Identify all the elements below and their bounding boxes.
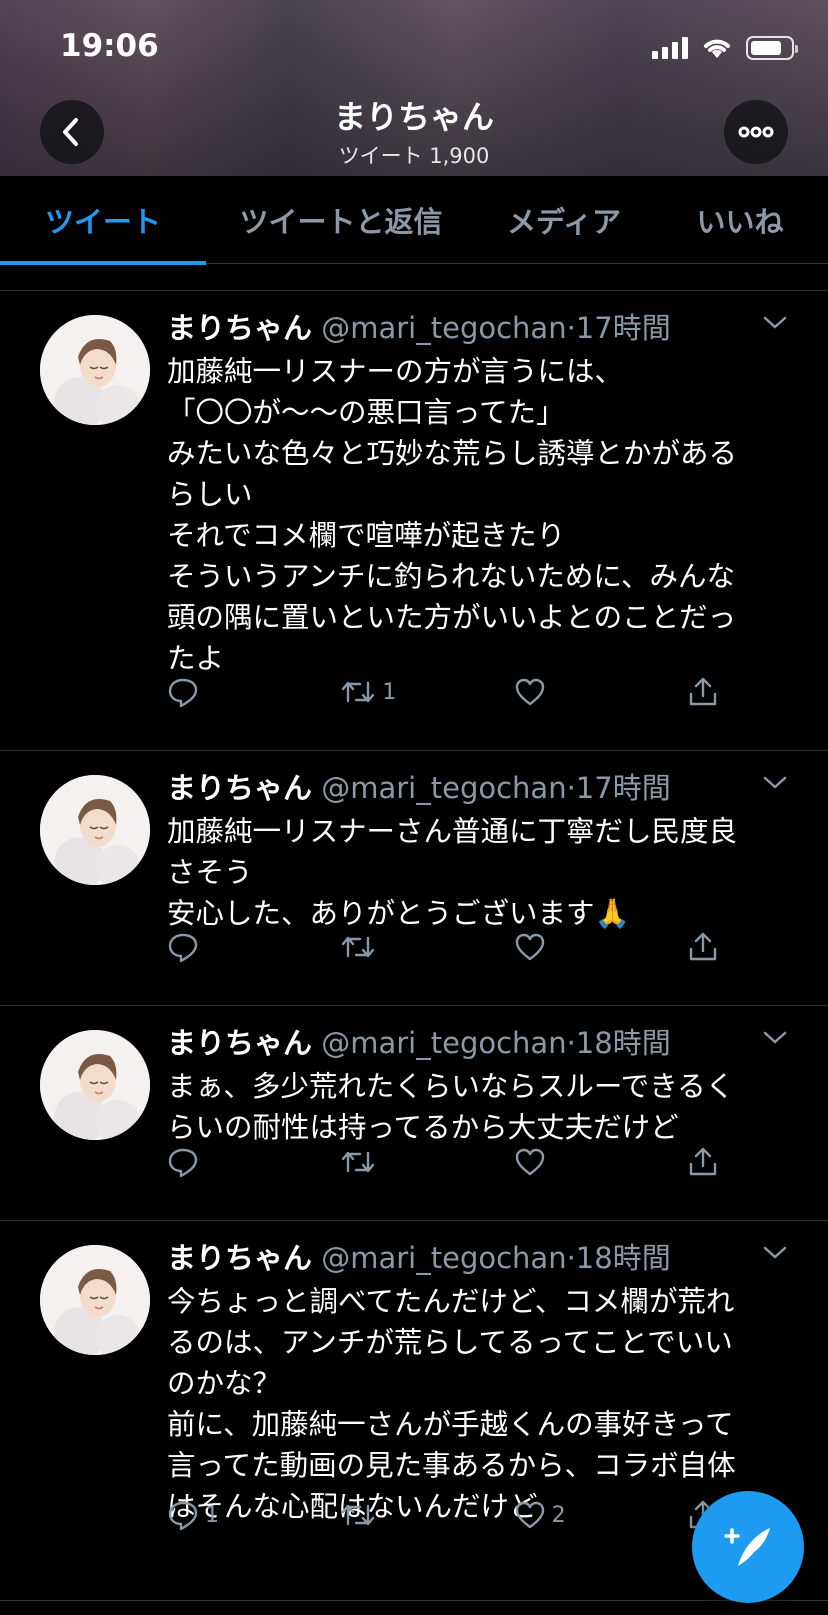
tweet-content: まりちゃん @mari_tegochan·17時間 加藤純一リスナーの方が言うに… — [167, 309, 788, 679]
tab-tweets-and-replies[interactable]: ツイートと返信 — [206, 176, 476, 264]
tweet-text: 加藤純一リスナーの方が言うには、 「〇〇が〜〜の悪口言ってた」 みたいな色々と巧… — [167, 355, 738, 675]
reply-button[interactable] — [167, 1146, 297, 1178]
tweet-meta: まりちゃん @mari_tegochan·17時間 — [167, 769, 788, 807]
reply-icon — [168, 1501, 198, 1531]
like-icon — [515, 1148, 544, 1176]
avatar[interactable] — [40, 1245, 150, 1355]
more-icon — [738, 126, 774, 138]
battery-icon — [746, 36, 798, 60]
status-icons — [652, 36, 798, 60]
reply-button[interactable] — [167, 676, 297, 708]
profile-tabs: ツイート ツイートと返信 メディア いいね — [0, 176, 828, 265]
retweet-button[interactable]: 1 — [340, 676, 470, 708]
like-button[interactable] — [514, 676, 644, 708]
handle[interactable]: @mari_tegochan — [321, 1241, 566, 1275]
tweet-text: まぁ、多少荒れたくらいならスルーできるく らいの耐性は持ってるから大丈夫だけど — [167, 1070, 735, 1144]
like-count: 2 — [551, 1502, 566, 1528]
like-button[interactable] — [514, 931, 644, 963]
tweet-text: 今ちょっと調べてたんだけど、コメ欄が荒れ るのは、アンチが荒らしてるってことでい… — [167, 1285, 736, 1523]
timestamp: ·18時間 — [566, 1026, 671, 1060]
tweet-content: まりちゃん @mari_tegochan·18時間 今ちょっと調べてたんだけど、… — [167, 1239, 788, 1527]
reply-icon — [168, 933, 198, 963]
tweet-actions — [167, 1146, 727, 1178]
tab-likes[interactable]: いいね — [652, 176, 828, 264]
retweet-count: 1 — [382, 679, 397, 705]
tweet[interactable]: まりちゃん @mari_tegochan·17時間 加藤純一リスナーの方が言うに… — [0, 291, 828, 751]
retweet-button[interactable] — [340, 931, 470, 963]
reply-icon — [168, 678, 198, 708]
tweet-actions: 1 — [167, 676, 727, 708]
compose-icon — [724, 1528, 770, 1566]
tweet-actions — [167, 931, 727, 963]
chevron-down-icon[interactable] — [762, 1245, 788, 1261]
signal-icon — [652, 37, 688, 59]
chevron-down-icon[interactable] — [762, 315, 788, 331]
page-title: まりちゃん — [333, 98, 494, 136]
tweet-meta: まりちゃん @mari_tegochan·18時間 — [167, 1239, 788, 1277]
tweet-text: 加藤純一リスナーさん普通に丁寧だし民度良 さそう 安心した、ありがとうございます… — [167, 815, 738, 930]
header-title-block: まりちゃん ツイート 1,900 — [0, 92, 828, 170]
like-icon — [515, 1501, 544, 1529]
tweet-meta: まりちゃん @mari_tegochan·18時間 — [167, 1024, 788, 1062]
reply-button[interactable] — [167, 931, 297, 963]
status-time: 19:06 — [60, 28, 159, 64]
tweet[interactable]: まりちゃん @mari_tegochan·17時間 加藤純一リスナーさん普通に丁… — [0, 751, 828, 1006]
tweet-count: ツイート 1,900 — [338, 144, 490, 168]
handle[interactable]: @mari_tegochan — [321, 311, 566, 345]
tweet-actions: 1 2 — [167, 1499, 727, 1531]
timestamp: ·17時間 — [566, 771, 671, 805]
display-name[interactable]: まりちゃん — [167, 771, 312, 805]
reply-count: 1 — [205, 1502, 219, 1528]
display-name[interactable]: まりちゃん — [167, 1241, 312, 1275]
handle[interactable]: @mari_tegochan — [321, 1026, 566, 1060]
retweet-icon — [342, 1504, 375, 1526]
timestamp: ·18時間 — [566, 1241, 671, 1275]
tweet-content: まりちゃん @mari_tegochan·17時間 加藤純一リスナーさん普通に丁… — [167, 769, 788, 934]
compose-tweet-button[interactable] — [692, 1491, 804, 1603]
retweet-icon — [342, 936, 375, 958]
like-button[interactable]: 2 — [514, 1499, 644, 1531]
share-button[interactable] — [687, 931, 727, 963]
avatar[interactable] — [40, 775, 150, 885]
retweet-icon — [342, 1151, 375, 1173]
tab-media[interactable]: メディア — [476, 176, 652, 264]
reply-icon — [168, 1148, 198, 1178]
chevron-down-icon[interactable] — [762, 1030, 788, 1046]
share-icon — [689, 932, 717, 961]
like-button[interactable] — [514, 1146, 644, 1178]
reply-button[interactable]: 1 — [167, 1499, 297, 1531]
tweet-meta: まりちゃん @mari_tegochan·17時間 — [167, 309, 788, 347]
tweet[interactable]: まりちゃん @mari_tegochan·18時間 まぁ、多少荒れたくらいならス… — [0, 1006, 828, 1221]
avatar[interactable] — [40, 315, 150, 425]
wifi-icon — [704, 39, 730, 58]
avatar[interactable] — [40, 1030, 150, 1140]
timestamp: ·17時間 — [566, 311, 671, 345]
share-icon — [689, 677, 717, 706]
retweet-icon — [342, 681, 375, 703]
retweet-button[interactable] — [340, 1146, 470, 1178]
tab-tweets[interactable]: ツイート — [0, 176, 206, 265]
share-button[interactable] — [687, 1146, 727, 1178]
chevron-down-icon[interactable] — [762, 775, 788, 791]
more-button[interactable] — [724, 100, 788, 164]
profile-header: 19:06 まりちゃん ツイート 1,900 — [0, 0, 828, 176]
retweet-button[interactable] — [340, 1499, 470, 1531]
like-icon — [515, 933, 544, 961]
display-name[interactable]: まりちゃん — [167, 1026, 312, 1060]
share-icon — [689, 1147, 717, 1176]
handle[interactable]: @mari_tegochan — [321, 771, 566, 805]
share-button[interactable] — [687, 676, 727, 708]
tweet-content: まりちゃん @mari_tegochan·18時間 まぁ、多少荒れたくらいならス… — [167, 1024, 788, 1148]
display-name[interactable]: まりちゃん — [167, 311, 312, 345]
like-icon — [515, 678, 544, 706]
